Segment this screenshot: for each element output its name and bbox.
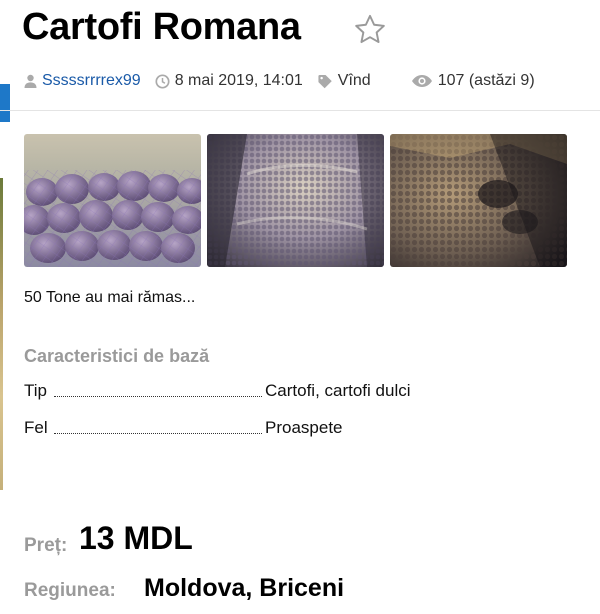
ad-title: Cartofi Romana — [22, 6, 301, 48]
views-text: 107 (astăzi 9) — [437, 72, 535, 89]
header-divider — [0, 110, 600, 111]
characteristic-value: Proaspete — [265, 418, 343, 437]
side-image-strip — [0, 178, 3, 490]
ad-type-text: Vînd — [337, 72, 371, 89]
characteristics-title: Caracteristici de bază — [24, 346, 210, 366]
author[interactable]: Sssssrrrrex99 — [24, 72, 141, 90]
ad-type: Vînd — [317, 72, 371, 90]
side-tab[interactable] — [0, 84, 10, 122]
dotted-leader — [54, 433, 262, 434]
dotted-leader — [54, 396, 262, 397]
author-link[interactable]: Sssssrrrrex99 — [42, 72, 141, 90]
price-value: 13 MDL — [79, 520, 193, 556]
user-icon — [24, 74, 37, 88]
post-date: 8 mai 2019, 14:01 — [155, 72, 303, 90]
clock-icon — [155, 73, 170, 89]
eye-icon — [411, 75, 432, 87]
characteristic-row-type: Tip Cartofi, cartofi dulci — [24, 381, 444, 403]
characteristic-row-kind: Fel Proaspete — [24, 418, 444, 440]
date-text: 8 mai 2019, 14:01 — [174, 72, 303, 89]
potato-sack-photo-1[interactable] — [24, 134, 201, 267]
characteristic-value: Cartofi, cartofi dulci — [265, 381, 411, 400]
region-value: Moldova, Briceni — [144, 574, 345, 602]
view-count: 107 (astăzi 9) — [411, 72, 535, 90]
potato-sacks-photo-2[interactable] — [207, 134, 384, 267]
ad-meta: Sssssrrrrex99 8 mai 2019, 14:01 Vînd 107… — [24, 70, 549, 92]
potato-sacks-photo-3[interactable] — [390, 134, 567, 267]
ad-description: 50 Tone au mai rămas... — [24, 289, 196, 306]
photo-gallery — [24, 134, 567, 267]
price-label: Preț: — [24, 535, 68, 556]
star-outline-icon[interactable] — [352, 12, 388, 48]
characteristic-key: Fel — [24, 418, 48, 437]
tag-icon — [318, 74, 332, 88]
region-label: Regiunea: — [24, 580, 116, 601]
characteristic-key: Tip — [24, 381, 47, 400]
